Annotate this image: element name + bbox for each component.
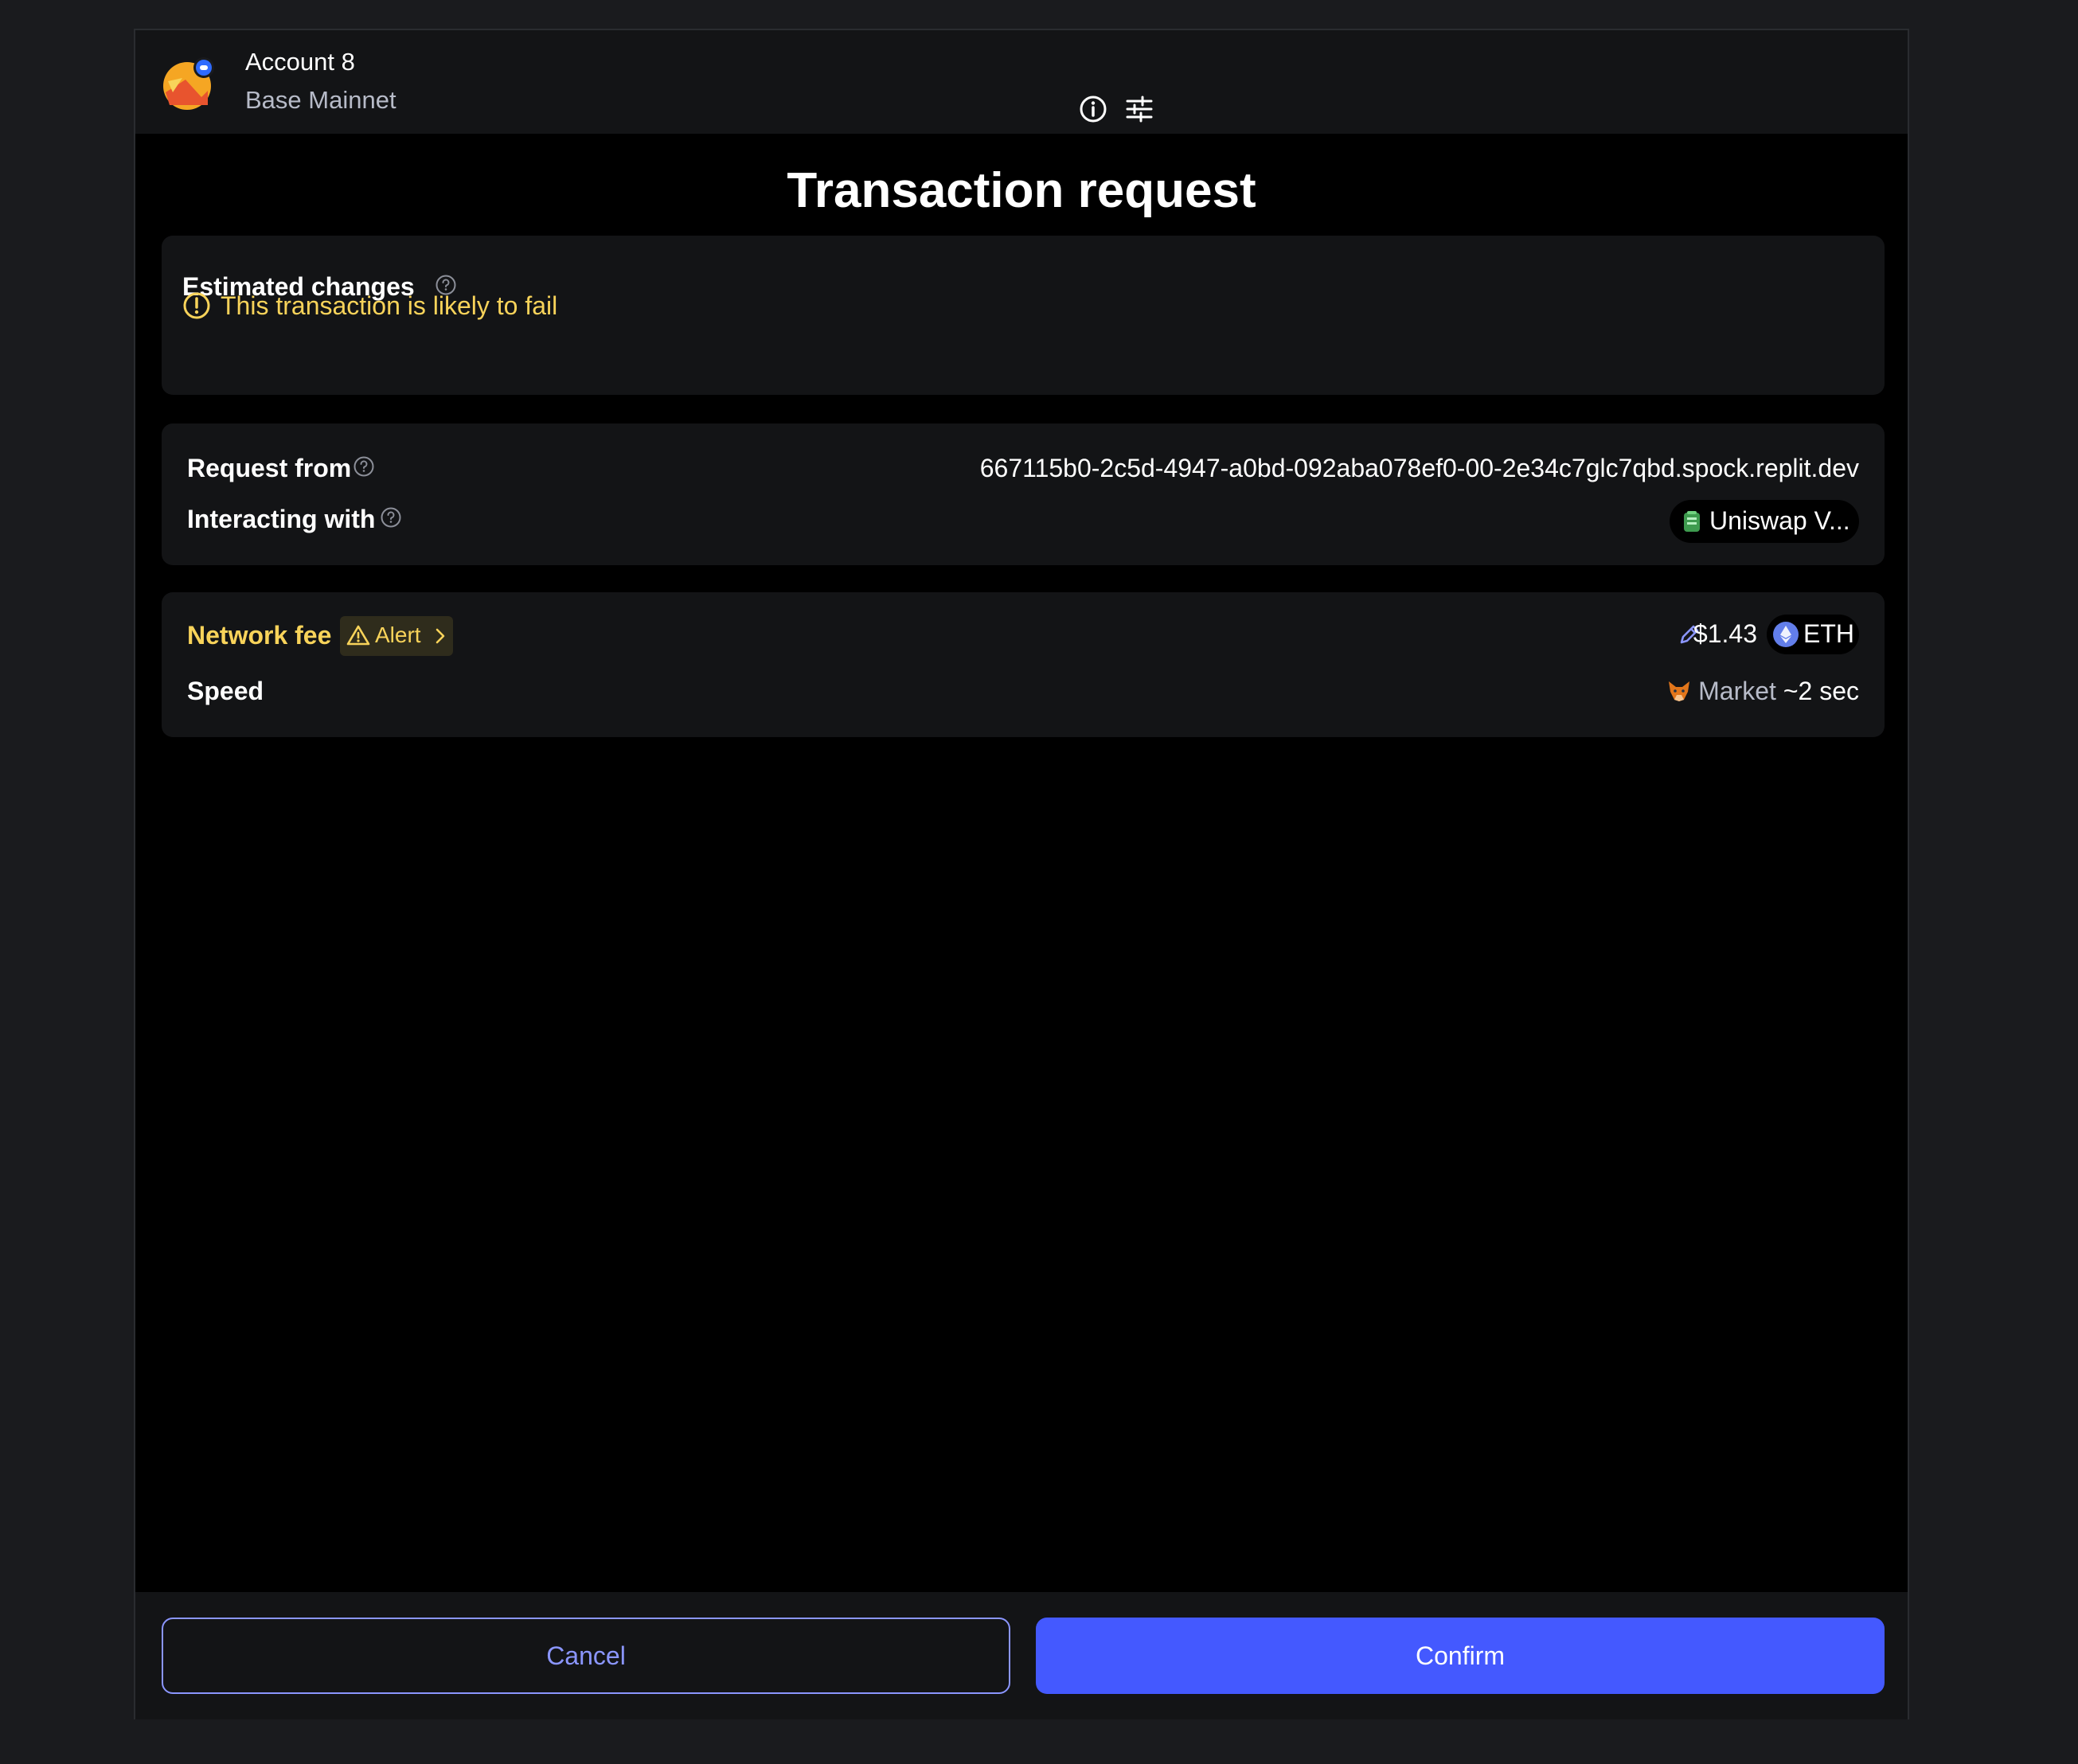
confirm-button[interactable]: Confirm [1036, 1618, 1885, 1694]
speed-label: Speed [187, 677, 264, 705]
contract-icon [1684, 511, 1700, 532]
fee-alert-badge[interactable]: Alert [340, 616, 453, 656]
account-name: Account 8 [245, 48, 355, 76]
speed-value[interactable]: Market ~2 sec [1666, 677, 1859, 706]
help-icon[interactable] [380, 506, 402, 529]
help-icon[interactable] [353, 455, 375, 478]
contract-name: Uniswap V... [1709, 506, 1850, 535]
alert-label: Alert [375, 622, 421, 647]
fee-amount: $1.43 [1693, 619, 1757, 648]
speed-name: Market [1698, 677, 1776, 705]
eth-icon [1773, 622, 1799, 647]
speed-time: ~2 sec [1783, 677, 1859, 705]
info-icon[interactable] [1078, 94, 1108, 124]
estimated-changes-card: Estimated changes This transaction is li… [162, 236, 1885, 395]
footer: Cancel Confirm [135, 1592, 1908, 1719]
settings-sliders-icon[interactable] [1124, 94, 1154, 124]
contract-pill[interactable]: Uniswap V... [1670, 500, 1859, 543]
network-fee-card: Network fee Alert $1.43 ETH Speed Market… [162, 592, 1885, 737]
currency-label: ETH [1803, 619, 1854, 648]
request-info-card: Request from 667115b0-2c5d-4947-a0bd-092… [162, 423, 1885, 565]
chevron-right-icon [436, 628, 445, 644]
network-fee-label: Network fee [187, 621, 332, 650]
fox-icon [1669, 681, 1690, 701]
account-avatar[interactable] [162, 57, 216, 111]
transaction-popup: Account 8 Base Mainnet Transaction reque… [134, 29, 1909, 1719]
warning-triangle-icon [346, 625, 370, 646]
header: Account 8 Base Mainnet [135, 30, 1908, 134]
request-origin-url: 667115b0-2c5d-4947-a0bd-092aba078ef0-00-… [979, 454, 1859, 482]
interacting-with-label: Interacting with [187, 505, 376, 533]
network-name: Base Mainnet [245, 86, 396, 114]
cancel-button[interactable]: Cancel [162, 1618, 1010, 1694]
currency-pill[interactable]: ETH [1767, 615, 1859, 654]
page-title: Transaction request [787, 163, 1256, 218]
warning-circle-icon [183, 292, 210, 319]
request-from-label: Request from [187, 454, 352, 482]
fail-warning-text: This transaction is likely to fail [221, 291, 558, 320]
